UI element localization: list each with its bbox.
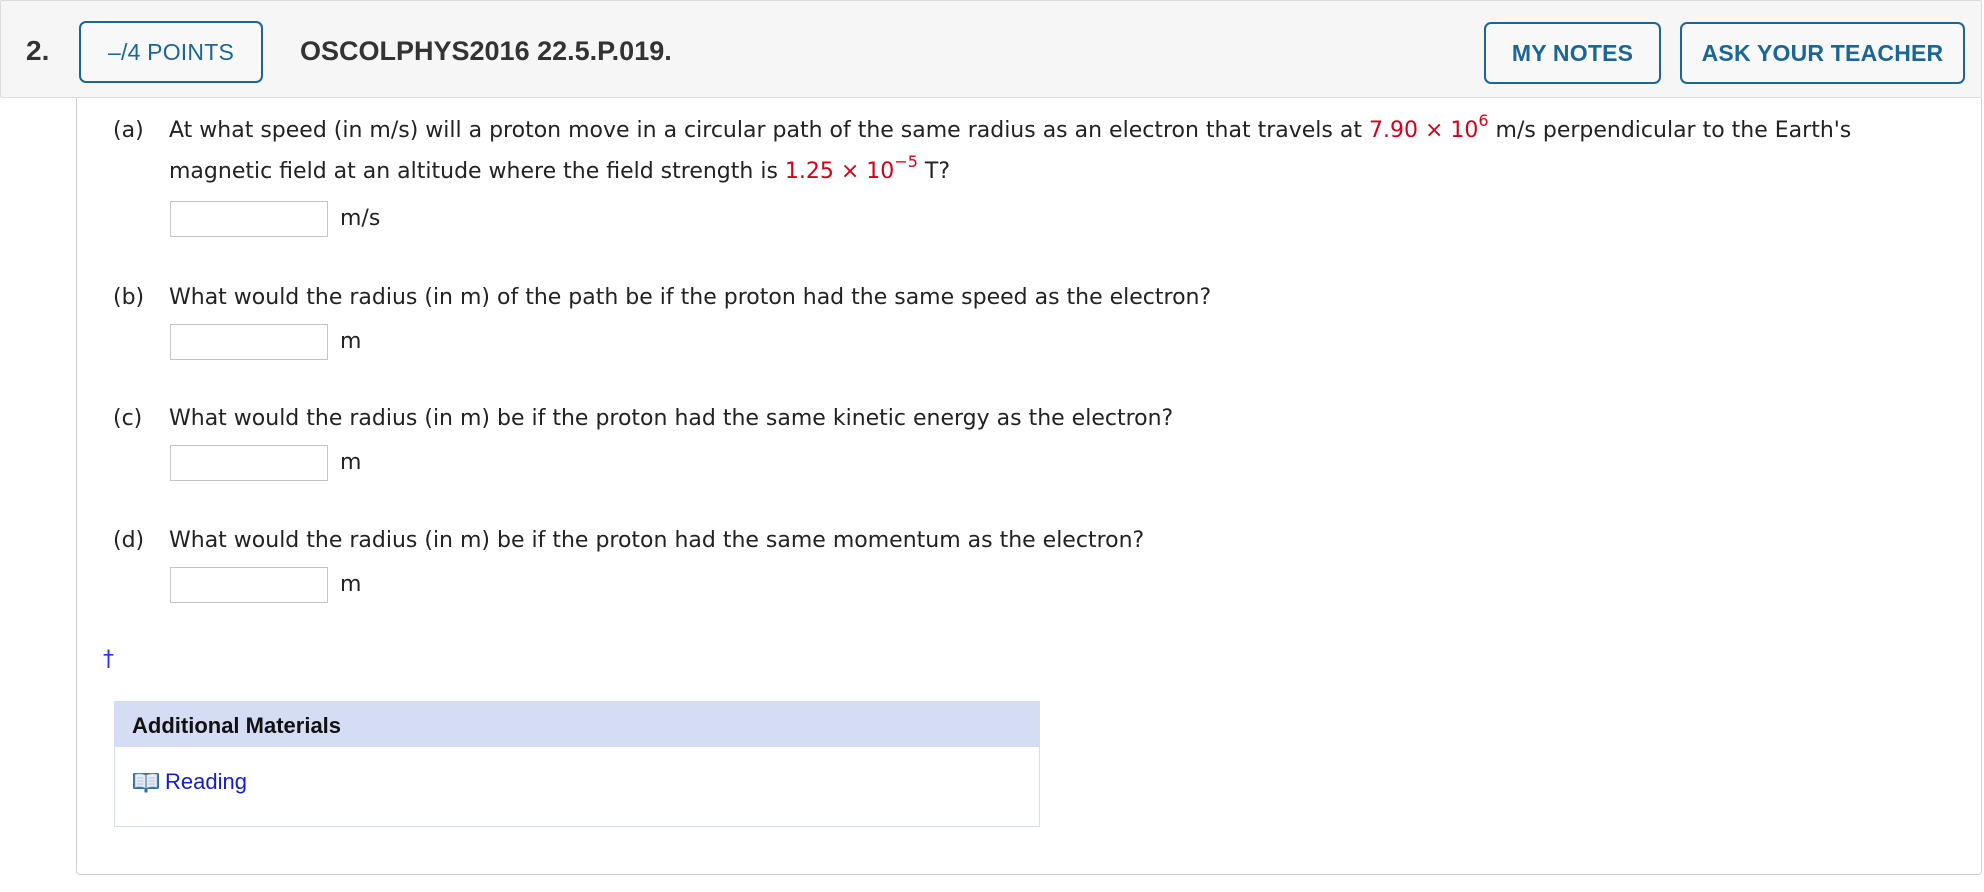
- ask-your-teacher-button[interactable]: ASK YOUR TEACHER: [1680, 22, 1965, 84]
- field-strength-base: 1.25 × 10: [784, 159, 895, 184]
- part-c-answer-input[interactable]: [170, 445, 328, 481]
- additional-materials-header: Additional Materials: [115, 702, 1039, 747]
- reading-link-label: Reading: [165, 769, 247, 794]
- part-c-unit: m: [340, 450, 362, 475]
- part-a-question-line-2: magnetic field at an altitude where the …: [169, 152, 951, 184]
- part-b-question: What would the radius (in m) of the path…: [169, 285, 1212, 310]
- part-a-answer-input[interactable]: [170, 201, 328, 237]
- question-header: 2. –/4 POINTS OSCOLPHYS2016 22.5.P.019. …: [0, 0, 1982, 98]
- electron-speed-value: 7.90 × 106: [1368, 111, 1489, 143]
- question-number: 2.: [26, 35, 50, 66]
- field-strength-value: 1.25 × 10−5: [784, 152, 918, 184]
- part-d-question: What would the radius (in m) be if the p…: [169, 528, 1145, 553]
- part-a-unit: m/s: [340, 206, 381, 231]
- part-a-label: (a): [113, 118, 144, 143]
- part-b-unit: m: [340, 329, 362, 354]
- part-d-answer-input[interactable]: [170, 567, 328, 603]
- part-a-text: m/s perpendicular to the Earth's: [1488, 118, 1852, 143]
- part-d-label: (d): [113, 528, 145, 553]
- reading-link[interactable]: Reading: [132, 769, 247, 795]
- part-c-label: (c): [113, 406, 143, 431]
- additional-materials-panel: Additional Materials Reading: [114, 701, 1040, 827]
- question-title: OSCOLPHYS2016 22.5.P.019.: [300, 36, 672, 66]
- part-a-text: magnetic field at an altitude where the …: [169, 159, 785, 184]
- part-b-answer-input[interactable]: [170, 324, 328, 360]
- my-notes-button[interactable]: MY NOTES: [1484, 22, 1661, 84]
- field-strength-exponent: −5: [894, 152, 918, 171]
- part-d-unit: m: [340, 572, 362, 597]
- book-icon: [133, 773, 159, 793]
- electron-speed-base: 7.90 × 10: [1368, 118, 1479, 143]
- electron-speed-exponent: 6: [1478, 111, 1489, 130]
- part-c-question: What would the radius (in m) be if the p…: [169, 406, 1174, 431]
- part-a-question-line-1: At what speed (in m/s) will a proton mov…: [169, 111, 1852, 143]
- part-a-text: At what speed (in m/s) will a proton mov…: [169, 118, 1369, 143]
- part-a-text: T?: [917, 159, 951, 184]
- part-b-label: (b): [113, 285, 145, 310]
- points-button[interactable]: –/4 POINTS: [79, 21, 263, 83]
- footnote-dagger: †: [103, 647, 114, 672]
